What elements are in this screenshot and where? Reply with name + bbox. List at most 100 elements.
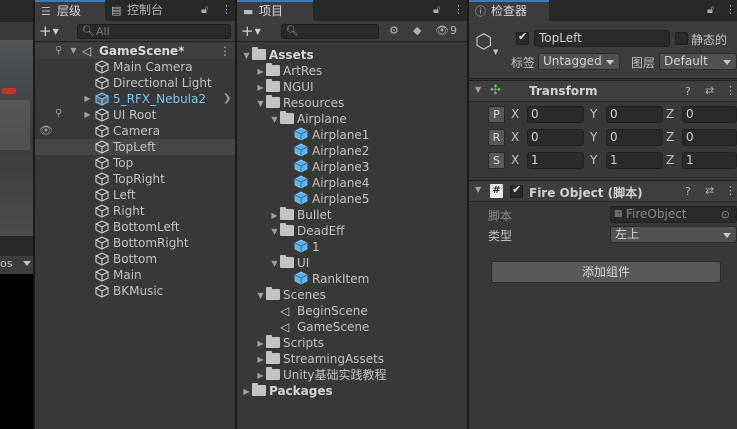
project-folder[interactable]: ▼ Assets	[241, 47, 314, 63]
icon-dropdown-caret[interactable]: ▼	[493, 48, 498, 56]
hierarchy-item[interactable]: ▶ UI Root	[35, 107, 235, 123]
scale-y-field[interactable]: 1	[606, 152, 663, 169]
chevron-down-icon[interactable]: ▼	[255, 288, 266, 304]
presets-icon[interactable]: ⇄	[705, 84, 714, 97]
tab-hierarchy[interactable]: ☰ 层级	[35, 0, 105, 21]
reset-scale-button[interactable]: S	[488, 152, 505, 169]
project-folder[interactable]: ▶ ArtRes	[255, 63, 322, 79]
hierarchy-item[interactable]: ▶ 5_RFX_Nebula2 ❯	[35, 91, 235, 107]
scene-menu-icon[interactable]: ⋮	[219, 43, 231, 59]
hierarchy-item[interactable]: Right	[35, 203, 235, 219]
chevron-right-icon[interactable]: ▶	[82, 91, 93, 107]
help-icon[interactable]: ?	[685, 185, 691, 198]
lock-icon[interactable]: 🔓︎	[707, 3, 714, 17]
axis-z-label[interactable]: Z	[666, 107, 674, 121]
transform-header[interactable]: ▼ ✣ Transform ? ⇄ ⋮	[469, 80, 737, 102]
axis-y-label[interactable]: Y	[590, 107, 597, 121]
axis-x-label[interactable]: X	[511, 153, 519, 167]
position-x-field[interactable]: 0	[527, 106, 584, 123]
chevron-down-icon[interactable]	[23, 261, 31, 266]
create-asset-button[interactable]: +▼	[241, 22, 261, 41]
hierarchy-item[interactable]: Main	[35, 267, 235, 283]
hierarchy-item[interactable]: 👁︎ Camera	[35, 123, 235, 139]
chevron-down-icon[interactable]: ▼	[475, 85, 481, 94]
chevron-right-icon[interactable]: ❯	[223, 91, 231, 107]
hierarchy-item[interactable]: Main Camera	[35, 59, 235, 75]
project-scene-asset[interactable]: ◁ BeginScene	[269, 303, 368, 319]
chevron-right-icon[interactable]: ▶	[241, 384, 252, 400]
project-prefab-asset[interactable]: Airplane2	[283, 143, 369, 159]
axis-y-label[interactable]: Y	[590, 153, 597, 167]
hidden-packages-icon[interactable]: 👁︎9	[435, 24, 457, 37]
axis-y-label[interactable]: Y	[590, 130, 597, 144]
project-folder[interactable]: ▶ Unity基础实践教程	[255, 367, 387, 383]
chevron-right-icon[interactable]: ▶	[82, 107, 93, 123]
chevron-down-icon[interactable]: ▼	[255, 96, 266, 112]
object-picker-icon[interactable]: ⊙	[721, 207, 730, 222]
chevron-down-icon[interactable]: ▼	[269, 256, 280, 272]
project-folder[interactable]: ▼ Airplane	[269, 111, 347, 127]
component-menu-icon[interactable]: ⋮	[725, 84, 736, 97]
active-checkbox[interactable]	[516, 30, 529, 45]
axis-x-label[interactable]: X	[511, 107, 519, 121]
chevron-right-icon[interactable]: ▶	[269, 208, 280, 224]
hierarchy-item[interactable]: BottomRight	[35, 235, 235, 251]
presets-icon[interactable]: ⇄	[705, 184, 714, 197]
chevron-right-icon[interactable]: ▶	[255, 64, 266, 80]
hierarchy-item[interactable]: Directional Light	[35, 75, 235, 91]
hierarchy-item[interactable]: TopLeft	[35, 139, 235, 155]
scale-z-field[interactable]: 1	[682, 152, 737, 169]
project-prefab-asset[interactable]: Airplane5	[283, 191, 369, 207]
project-prefab-asset[interactable]: 1	[283, 239, 320, 255]
axis-z-label[interactable]: Z	[666, 130, 674, 144]
chevron-down-icon[interactable]: ▼	[269, 224, 280, 240]
rotation-y-field[interactable]: 0	[606, 129, 663, 146]
rotation-z-field[interactable]: 0	[682, 129, 737, 146]
component-enabled-checkbox[interactable]	[510, 183, 523, 198]
type-dropdown[interactable]: 左上	[610, 226, 737, 243]
component-menu-icon[interactable]: ⋮	[725, 184, 736, 197]
lock-icon[interactable]: 🔓︎	[201, 3, 208, 17]
tab-inspector[interactable]: ⓘ 检查器	[469, 0, 549, 21]
tag-dropdown[interactable]: Untagged	[538, 53, 620, 70]
chevron-down-icon[interactable]: ▼	[241, 48, 252, 64]
fire-object-header[interactable]: ▼ # Fire Object (脚本) ? ⇄ ⋮	[469, 180, 737, 202]
kebab-menu-icon[interactable]: ⋮	[453, 3, 464, 16]
tab-console[interactable]: ▤ 控制台	[105, 0, 185, 21]
hierarchy-item[interactable]: Top	[35, 155, 235, 171]
hierarchy-item[interactable]: BKMusic	[35, 283, 235, 299]
search-by-type-icon[interactable]: ⚙	[389, 24, 399, 37]
project-search-input[interactable]: 🔍︎	[281, 24, 379, 39]
reset-position-button[interactable]: P	[488, 106, 505, 123]
help-icon[interactable]: ?	[685, 85, 691, 98]
layer-dropdown[interactable]: Default	[659, 53, 737, 70]
visibility-hidden-icon[interactable]: ⚲	[55, 108, 62, 119]
axis-x-label[interactable]: X	[511, 130, 519, 144]
axis-z-label[interactable]: Z	[666, 153, 674, 167]
hierarchy-search-input[interactable]: 🔍︎ All	[77, 24, 231, 39]
scene-viewport[interactable]	[0, 0, 33, 236]
tab-project[interactable]: ▬ 项目	[237, 0, 313, 21]
chevron-down-icon[interactable]: ▼	[269, 112, 280, 128]
project-folder[interactable]: ▼ Resources	[255, 95, 344, 111]
project-scene-asset[interactable]: ◁ GameScene	[269, 319, 369, 335]
kebab-menu-icon[interactable]: ⋮	[221, 3, 232, 16]
project-folder[interactable]: ▶ Scripts	[255, 335, 324, 351]
chevron-right-icon[interactable]: ▶	[255, 352, 266, 368]
visibility-hidden-icon[interactable]: ⚲	[55, 43, 62, 59]
scale-x-field[interactable]: 1	[527, 152, 584, 169]
object-name-input[interactable]: TopLeft	[534, 30, 670, 47]
project-folder[interactable]: ▶ Bullet	[269, 207, 332, 223]
hierarchy-item[interactable]: Bottom	[35, 251, 235, 267]
project-prefab-asset[interactable]: RankItem	[283, 271, 369, 287]
create-button[interactable]: +▼	[39, 22, 59, 41]
project-folder[interactable]: ▼ UI	[269, 255, 309, 271]
chevron-right-icon[interactable]: ▶	[255, 80, 266, 96]
project-folder[interactable]: ▶ NGUI	[255, 79, 314, 95]
project-prefab-asset[interactable]: Airplane4	[283, 175, 369, 191]
chevron-down-icon[interactable]: ▼	[475, 185, 481, 194]
search-by-label-icon[interactable]: ◆	[413, 24, 421, 37]
project-folder[interactable]: ▶ StreamingAssets	[255, 351, 384, 367]
add-component-button[interactable]: 添加组件	[491, 261, 721, 283]
hierarchy-item[interactable]: TopRight	[35, 171, 235, 187]
